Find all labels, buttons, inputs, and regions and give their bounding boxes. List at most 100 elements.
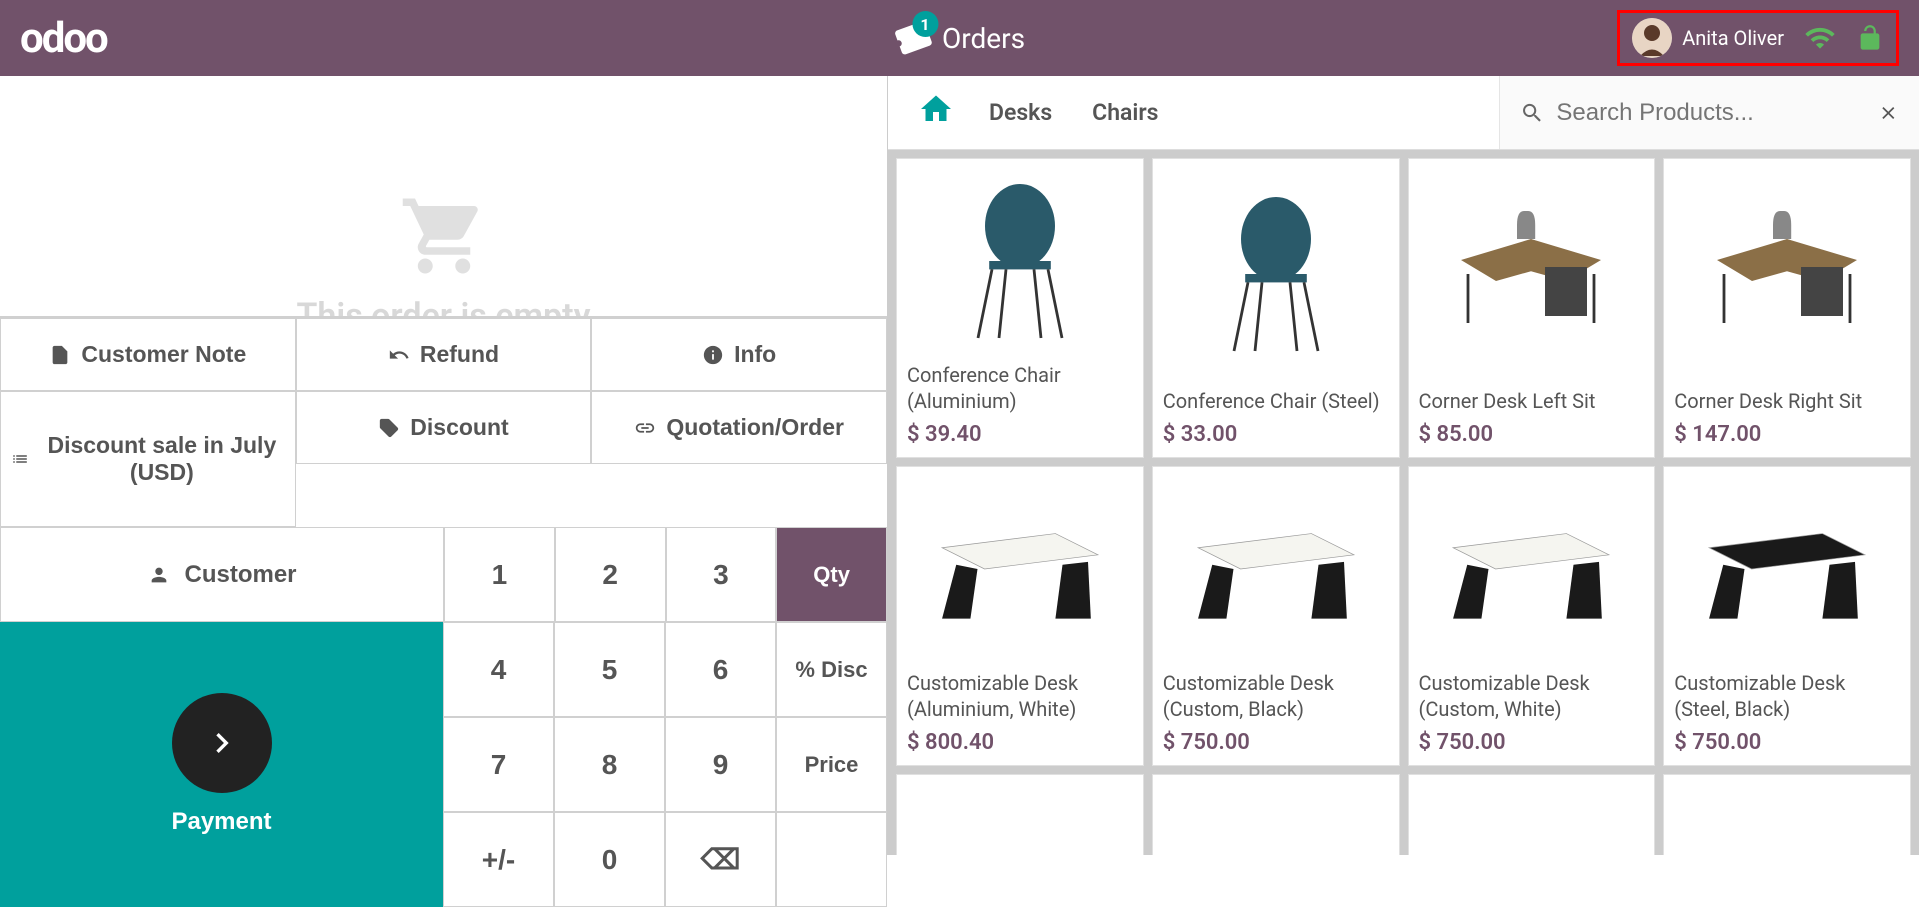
product-price: $ 750.00 <box>1674 730 1900 755</box>
refund-button[interactable]: Refund <box>296 318 592 391</box>
product-price: $ 33.00 <box>1163 422 1389 447</box>
user-section: Anita Oliver <box>1617 10 1899 66</box>
link-icon <box>634 417 656 439</box>
product-card[interactable]: Customizable Desk (Aluminium, White) $ 8… <box>896 466 1144 766</box>
products-panel: Desks Chairs Conference Chair (Aluminium… <box>888 76 1919 855</box>
product-image <box>1674 169 1900 378</box>
product-name: Customizable Desk (Aluminium, White) <box>907 670 1133 722</box>
info-button[interactable]: Info <box>591 318 887 391</box>
product-name: Customizable Desk (Custom, Black) <box>1163 670 1389 722</box>
cart-empty-state: This order is empty <box>0 76 887 316</box>
user-name: Anita Oliver <box>1682 26 1784 50</box>
numpad-mode-disc[interactable]: % Disc <box>776 622 887 717</box>
order-panel: This order is empty Customer Note Refund… <box>0 76 888 855</box>
category-desks[interactable]: Desks <box>984 89 1057 136</box>
product-card[interactable] <box>1663 774 1911 855</box>
orders-count-badge: 1 <box>912 11 938 37</box>
numpad-empty[interactable] <box>776 812 887 907</box>
numpad-3[interactable]: 3 <box>666 527 777 622</box>
numpad-backspace[interactable]: ⌫ <box>665 812 776 907</box>
person-icon <box>148 564 170 586</box>
category-chairs[interactable]: Chairs <box>1087 89 1163 136</box>
search-input[interactable] <box>1556 99 1866 127</box>
list-icon <box>11 448 29 470</box>
numpad-4[interactable]: 4 <box>443 622 554 717</box>
numpad-8[interactable]: 8 <box>554 717 665 812</box>
payment-button[interactable]: Payment <box>0 622 443 907</box>
product-card[interactable] <box>896 774 1144 855</box>
home-button[interactable] <box>888 91 984 135</box>
numpad-lower: Payment 4 5 6 % Disc 7 8 9 Price +/- 0 ⌫ <box>0 622 887 907</box>
info-icon <box>702 344 724 366</box>
product-image <box>907 477 1133 660</box>
product-price: $ 39.40 <box>907 422 1133 447</box>
category-bar: Desks Chairs <box>888 76 1919 150</box>
product-image <box>1419 169 1645 378</box>
product-card[interactable]: Conference Chair (Aluminium) $ 39.40 <box>896 158 1144 458</box>
product-image <box>1163 785 1389 855</box>
numpad-0[interactable]: 0 <box>554 812 665 907</box>
products-grid: Conference Chair (Aluminium) $ 39.40 Con… <box>888 150 1919 855</box>
numpad-mode-price[interactable]: Price <box>776 717 887 812</box>
numpad-row-top: Customer 1 2 3 Qty <box>0 527 887 622</box>
product-price: $ 147.00 <box>1674 422 1900 447</box>
logo: odoo <box>20 14 107 63</box>
numpad-1[interactable]: 1 <box>444 527 555 622</box>
product-name: Customizable Desk (Custom, White) <box>1419 670 1645 722</box>
numpad-2[interactable]: 2 <box>555 527 666 622</box>
tag-icon <box>378 417 400 439</box>
numpad-mode-qty[interactable]: Qty <box>776 527 887 622</box>
product-image <box>1419 477 1645 660</box>
wifi-icon[interactable] <box>1804 22 1836 54</box>
product-image <box>1674 785 1900 855</box>
user-info[interactable]: Anita Oliver <box>1632 18 1784 58</box>
product-image <box>907 785 1133 855</box>
product-card[interactable]: Corner Desk Right Sit $ 147.00 <box>1663 158 1911 458</box>
category-tabs: Desks Chairs <box>984 89 1499 136</box>
avatar <box>1632 18 1672 58</box>
product-name: Customizable Desk (Steel, Black) <box>1674 670 1900 722</box>
search-icon <box>1520 100 1544 126</box>
product-price: $ 750.00 <box>1419 730 1645 755</box>
customer-note-button[interactable]: Customer Note <box>0 318 296 391</box>
numpad-7[interactable]: 7 <box>443 717 554 812</box>
lock-open-icon[interactable] <box>1856 24 1884 52</box>
product-name: Conference Chair (Aluminium) <box>907 362 1133 414</box>
product-card[interactable] <box>1152 774 1400 855</box>
product-card[interactable]: Corner Desk Left Sit $ 85.00 <box>1408 158 1656 458</box>
discount-sale-button[interactable]: Discount sale in July (USD) <box>0 391 296 527</box>
product-card[interactable]: Customizable Desk (Steel, Black) $ 750.0… <box>1663 466 1911 766</box>
quotation-button[interactable]: Quotation/Order <box>591 391 887 464</box>
home-icon <box>918 91 954 127</box>
product-card[interactable]: Customizable Desk (Custom, White) $ 750.… <box>1408 466 1656 766</box>
orders-button[interactable]: 1 Orders <box>894 19 1025 57</box>
product-image <box>1419 785 1645 855</box>
numpad-6[interactable]: 6 <box>665 622 776 717</box>
product-image <box>907 169 1133 352</box>
product-image <box>1163 477 1389 660</box>
product-card[interactable]: Customizable Desk (Custom, Black) $ 750.… <box>1152 466 1400 766</box>
product-price: $ 750.00 <box>1163 730 1389 755</box>
product-name: Corner Desk Left Sit <box>1419 388 1645 414</box>
close-icon[interactable] <box>1878 102 1899 124</box>
numpad-plusminus[interactable]: +/- <box>443 812 554 907</box>
search-area <box>1499 76 1919 149</box>
numpad-9[interactable]: 9 <box>665 717 776 812</box>
product-card[interactable] <box>1408 774 1656 855</box>
product-price: $ 85.00 <box>1419 422 1645 447</box>
cart-icon <box>389 191 499 281</box>
product-card[interactable]: Conference Chair (Steel) $ 33.00 <box>1152 158 1400 458</box>
product-price: $ 800.40 <box>907 730 1133 755</box>
customer-button[interactable]: Customer <box>0 527 444 622</box>
discount-button[interactable]: Discount <box>296 391 592 464</box>
undo-icon <box>388 344 410 366</box>
note-icon <box>49 344 71 366</box>
action-buttons: Customer Note Refund Info Discount sale … <box>0 316 887 527</box>
product-image <box>1674 477 1900 660</box>
numpad-5[interactable]: 5 <box>554 622 665 717</box>
app-header: odoo 1 Orders Anita Oliver <box>0 0 1919 76</box>
product-name: Conference Chair (Steel) <box>1163 388 1389 414</box>
empty-order-text: This order is empty <box>297 296 591 316</box>
product-name: Corner Desk Right Sit <box>1674 388 1900 414</box>
chevron-right-icon <box>202 723 242 763</box>
